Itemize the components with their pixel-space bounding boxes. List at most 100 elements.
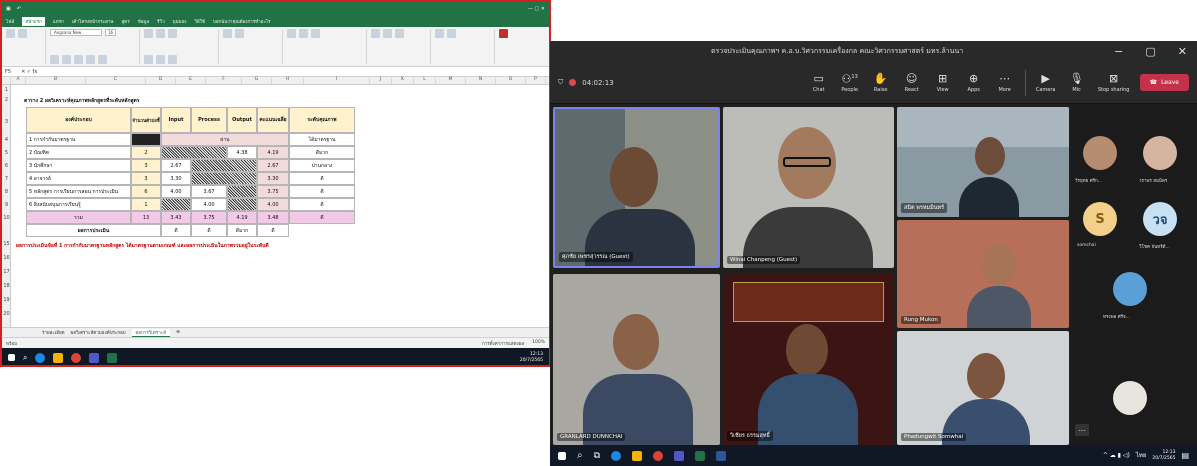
col-header[interactable]: K bbox=[392, 77, 414, 84]
tray-clock[interactable]: 12:13 20/7/2565 bbox=[520, 352, 543, 364]
table-cell[interactable]: ดีมาก bbox=[227, 224, 257, 237]
explorer-icon[interactable] bbox=[632, 450, 643, 461]
menu-tab-layout[interactable]: เค้าโครงหน้ากระดาษ bbox=[72, 18, 114, 25]
row-number[interactable]: 6 bbox=[2, 163, 11, 169]
teams-icon[interactable] bbox=[89, 352, 100, 363]
video-tile[interactable]: Winai Chanpeng (Guest) bbox=[723, 107, 894, 268]
percent-icon[interactable] bbox=[235, 29, 244, 38]
table-cell[interactable]: ดี bbox=[257, 224, 289, 237]
font-name-select[interactable]: Angsana New bbox=[50, 29, 102, 36]
participant-avatar[interactable]: วจ bbox=[1143, 202, 1177, 236]
table-cell[interactable]: 6 bbox=[131, 185, 161, 198]
table-cell[interactable] bbox=[161, 146, 227, 159]
table-cell[interactable]: 2.67 bbox=[161, 159, 191, 172]
video-tile[interactable]: GRANLARD DUNNCHAI bbox=[553, 274, 720, 445]
table-cell[interactable]: 3.75 bbox=[257, 185, 289, 198]
border-icon[interactable] bbox=[86, 55, 95, 64]
participant-avatar[interactable] bbox=[1113, 272, 1147, 306]
table-cell[interactable]: 4.19 bbox=[257, 146, 289, 159]
react-button[interactable]: ☺ React bbox=[901, 73, 923, 93]
row-number[interactable]: 3 bbox=[2, 119, 11, 125]
video-tile[interactable]: ศุภชัย เพชรสุวรรณ (Guest) bbox=[553, 107, 720, 268]
table-cell[interactable]: 3 bbox=[131, 172, 161, 185]
underline-icon[interactable] bbox=[74, 55, 83, 64]
teams-icon[interactable] bbox=[674, 450, 685, 461]
tell-me-search[interactable]: บอกฉันว่าคุณต้องการทำอะไร bbox=[213, 18, 270, 25]
raise-hand-button[interactable]: ✋ Raise bbox=[870, 73, 892, 93]
table-cell[interactable]: 2 bbox=[131, 146, 161, 159]
sheet-tab[interactable]: รายละเอียด bbox=[42, 329, 65, 336]
participant-avatar[interactable]: S bbox=[1083, 202, 1117, 236]
col-header[interactable]: G bbox=[242, 77, 272, 84]
participant-avatar[interactable] bbox=[1143, 136, 1177, 170]
row-number[interactable]: 10 bbox=[2, 215, 11, 221]
col-header[interactable]: N bbox=[466, 77, 496, 84]
col-header[interactable]: L bbox=[414, 77, 436, 84]
chrome-icon[interactable] bbox=[71, 352, 82, 363]
edge-icon[interactable] bbox=[611, 450, 622, 461]
name-box[interactable]: F5 bbox=[5, 69, 11, 75]
table-cell[interactable]: 4.38 bbox=[227, 146, 257, 159]
col-header[interactable]: C bbox=[86, 77, 146, 84]
stop-sharing-button[interactable]: ⊠ Stop sharing bbox=[1097, 73, 1131, 93]
sheet-tab[interactable]: ผลวิเคราะห์ตามองค์ประกอบ bbox=[71, 329, 126, 336]
merge-icon[interactable] bbox=[168, 55, 177, 64]
row-number[interactable]: 19 bbox=[2, 297, 11, 303]
menu-tab-file[interactable]: ไฟล์ bbox=[6, 18, 14, 25]
menu-tab-insert[interactable]: แทรก bbox=[53, 18, 64, 25]
table-cell[interactable]: 4.19 bbox=[227, 211, 257, 224]
zoom-level[interactable]: 100% bbox=[532, 340, 545, 347]
more-button[interactable]: ⋯ More bbox=[994, 73, 1016, 93]
table-cell[interactable]: ดี bbox=[289, 211, 355, 224]
table-cell[interactable]: 2 บัณฑิต bbox=[26, 146, 131, 159]
close-icon[interactable]: ✕ bbox=[1178, 45, 1187, 58]
table-cell[interactable]: ได้มาตรฐาน bbox=[289, 133, 355, 146]
table-cell[interactable]: ดี bbox=[289, 198, 355, 211]
sort-filter-icon[interactable] bbox=[435, 29, 444, 38]
table-cell[interactable]: 3.30 bbox=[161, 172, 191, 185]
table-cell[interactable] bbox=[227, 185, 257, 198]
mic-button[interactable]: 🎙 Mic bbox=[1066, 73, 1088, 93]
video-tile[interactable]: Rung Mukon bbox=[897, 220, 1069, 328]
align-top-icon[interactable] bbox=[144, 29, 153, 38]
row-number[interactable]: 7 bbox=[2, 176, 11, 182]
paste-icon[interactable] bbox=[6, 29, 15, 38]
bold-icon[interactable] bbox=[50, 55, 59, 64]
table-cell[interactable] bbox=[227, 198, 257, 211]
align-left-icon[interactable] bbox=[144, 55, 153, 64]
table-cell[interactable]: 3 นักศึกษา bbox=[26, 159, 131, 172]
table-cell[interactable]: ดีมาก bbox=[289, 146, 355, 159]
participant-avatar[interactable] bbox=[1083, 136, 1117, 170]
align-middle-icon[interactable] bbox=[156, 29, 165, 38]
italic-icon[interactable] bbox=[62, 55, 71, 64]
table-cell[interactable]: 3.48 bbox=[257, 211, 289, 224]
delete-cells-icon[interactable] bbox=[383, 29, 392, 38]
table-cell[interactable]: ปานกลาง bbox=[289, 159, 355, 172]
table-cell[interactable] bbox=[191, 159, 257, 172]
system-tray[interactable]: ^ ☁ ▮ ◁) ไทย 12:13 20/7/2565 ▤ bbox=[1103, 450, 1189, 462]
font-size-select[interactable]: 16 bbox=[105, 29, 117, 36]
row-number[interactable]: 18 bbox=[2, 283, 11, 289]
col-header[interactable]: F bbox=[206, 77, 242, 84]
sheet-grid[interactable]: 1 2 3 4 5 6 7 8 9 10 15 16 17 18 19 20 ต… bbox=[2, 85, 549, 327]
row-number[interactable]: 15 bbox=[2, 241, 11, 247]
menu-tab-data[interactable]: ข้อมูล bbox=[138, 18, 150, 25]
menu-tab-review[interactable]: รีวิว bbox=[157, 18, 164, 25]
menu-tab-view[interactable]: มุมมอง bbox=[173, 18, 187, 25]
display-settings[interactable]: การตั้งค่าการแสดงผล bbox=[482, 340, 524, 347]
row-number[interactable]: 5 bbox=[2, 150, 11, 156]
wrap-text-icon[interactable] bbox=[168, 29, 177, 38]
pdf-icon[interactable] bbox=[499, 29, 508, 38]
overflow-button[interactable]: ... bbox=[1075, 424, 1089, 436]
search-icon[interactable]: ⌕ bbox=[577, 450, 583, 461]
table-cell[interactable] bbox=[191, 172, 257, 185]
number-format-icon[interactable] bbox=[223, 29, 232, 38]
word-taskbar-icon[interactable] bbox=[716, 450, 727, 461]
people-button[interactable]: ⚇13 People bbox=[839, 72, 861, 93]
format-cells-icon[interactable] bbox=[395, 29, 404, 38]
col-header[interactable]: P bbox=[526, 77, 546, 84]
table-cell[interactable]: ดี bbox=[191, 224, 227, 237]
row-number[interactable]: 17 bbox=[2, 269, 11, 275]
camera-button[interactable]: ▶ Camera bbox=[1035, 73, 1057, 93]
search-icon[interactable]: ⌕ bbox=[23, 353, 27, 363]
